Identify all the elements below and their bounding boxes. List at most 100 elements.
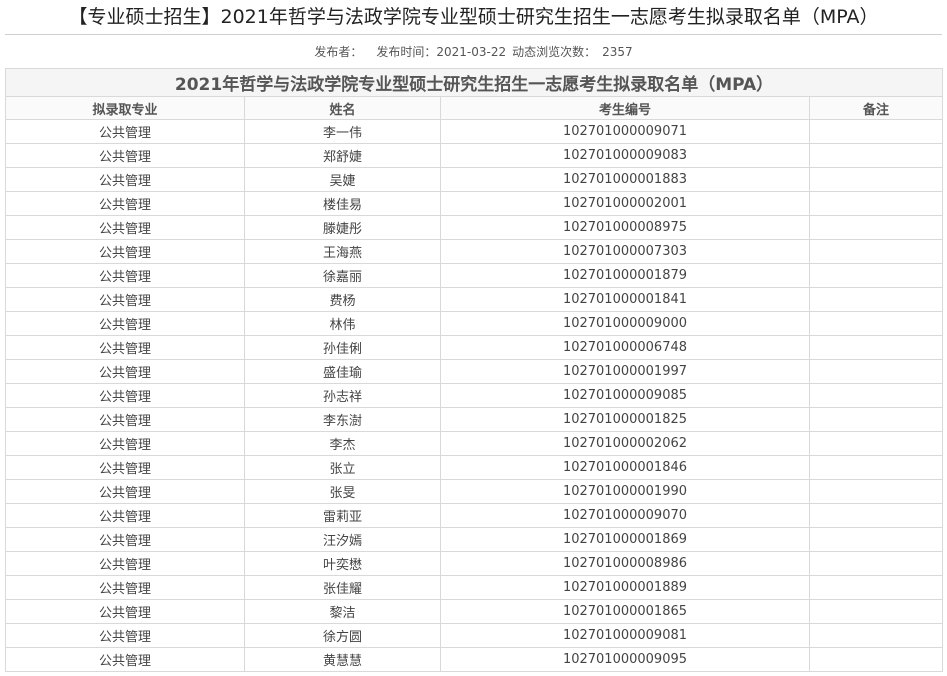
- cell-note: [808, 191, 944, 216]
- table-row: 公共管理 徐方圆 102701000009081: [5, 623, 944, 648]
- cell-candidate-id: 102701000009000: [440, 311, 810, 336]
- cell-note: [808, 551, 944, 576]
- cell-name: 孙志祥: [244, 383, 441, 408]
- cell-major: 公共管理: [5, 311, 245, 336]
- title-divider: [5, 34, 942, 35]
- cell-name: 李东澍: [244, 407, 441, 432]
- table-row: 公共管理 叶奕懋 102701000008986: [5, 551, 944, 576]
- cell-candidate-id: 102701000001869: [440, 527, 810, 552]
- cell-name: 林伟: [244, 311, 441, 336]
- table-row: 公共管理 黎洁 102701000001865: [5, 599, 944, 624]
- table-row: 公共管理 孙志祥 102701000009085: [5, 383, 944, 408]
- publish-time: 2021-03-22: [436, 45, 507, 59]
- table-row: 公共管理 李东澍 102701000001825: [5, 407, 944, 432]
- table-row: 公共管理 吴婕 102701000001883: [5, 167, 944, 192]
- table-caption-row: 2021年哲学与法政学院专业型硕士研究生招生一志愿考生拟录取名单（MPA）: [4, 68, 944, 97]
- cell-name: 李杰: [244, 431, 441, 456]
- cell-note: [808, 215, 944, 240]
- cell-major: 公共管理: [5, 287, 245, 312]
- table-row: 公共管理 孙佳俐 102701000006748: [5, 335, 944, 360]
- cell-major: 公共管理: [5, 647, 245, 672]
- table-row: 公共管理 黄慧慧 102701000009095: [5, 647, 944, 672]
- cell-major: 公共管理: [5, 623, 245, 648]
- cell-candidate-id: 102701000009081: [440, 623, 810, 648]
- cell-note: [808, 503, 944, 528]
- cell-major: 公共管理: [5, 239, 245, 264]
- cell-name: 张旻: [244, 479, 441, 504]
- cell-major: 公共管理: [5, 335, 245, 360]
- table-row: 公共管理 楼佳易 102701000002001: [5, 191, 944, 216]
- cell-name: 盛佳瑜: [244, 359, 441, 384]
- publisher-label: 发布者：: [314, 45, 363, 59]
- cell-major: 公共管理: [5, 215, 245, 240]
- cell-major: 公共管理: [5, 263, 245, 288]
- cell-note: [808, 359, 944, 384]
- header-candidate-id: 考生编号: [440, 96, 810, 120]
- cell-note: [808, 167, 944, 192]
- cell-name: 叶奕懋: [244, 551, 441, 576]
- cell-candidate-id: 102701000001883: [440, 167, 810, 192]
- cell-name: 王海燕: [244, 239, 441, 264]
- cell-major: 公共管理: [5, 479, 245, 504]
- cell-note: [808, 623, 944, 648]
- cell-note: [808, 527, 944, 552]
- cell-note: [808, 407, 944, 432]
- cell-note: [808, 143, 944, 168]
- cell-candidate-id: 102701000006748: [440, 335, 810, 360]
- cell-major: 公共管理: [5, 191, 245, 216]
- table-row: 公共管理 林伟 102701000009000: [5, 311, 944, 336]
- cell-note: [808, 599, 944, 624]
- cell-candidate-id: 102701000001865: [440, 599, 810, 624]
- cell-name: 徐嘉丽: [244, 263, 441, 288]
- cell-candidate-id: 102701000001990: [440, 479, 810, 504]
- cell-candidate-id: 102701000009070: [440, 503, 810, 528]
- table-row: 公共管理 汪汐嫣 102701000001869: [5, 527, 944, 552]
- cell-note: [808, 455, 944, 480]
- article-meta: 发布者： 发布时间：2021-03-22 动态浏览次数： 2357: [0, 44, 947, 60]
- cell-major: 公共管理: [5, 503, 245, 528]
- views-count: 2357: [602, 45, 633, 59]
- publish-time-label: 发布时间：: [376, 45, 437, 59]
- cell-major: 公共管理: [5, 167, 245, 192]
- cell-major: 公共管理: [5, 455, 245, 480]
- table-row: 公共管理 费杨 102701000001841: [5, 287, 944, 312]
- views-label: 动态浏览次数：: [512, 45, 597, 59]
- cell-name: 黎洁: [244, 599, 441, 624]
- table-row: 公共管理 李一伟 102701000009071: [5, 119, 944, 144]
- cell-note: [808, 647, 944, 672]
- cell-name: 黄慧慧: [244, 647, 441, 672]
- cell-name: 滕婕彤: [244, 215, 441, 240]
- cell-name: 张立: [244, 455, 441, 480]
- table-row: 公共管理 张旻 102701000001990: [5, 479, 944, 504]
- cell-major: 公共管理: [5, 119, 245, 144]
- cell-note: [808, 311, 944, 336]
- article-title: 【专业硕士招生】2021年哲学与法政学院专业型硕士研究生招生一志愿考生拟录取名单…: [68, 6, 879, 28]
- cell-name: 郑舒婕: [244, 143, 441, 168]
- cell-candidate-id: 102701000002062: [440, 431, 810, 456]
- cell-candidate-id: 102701000009071: [440, 119, 810, 144]
- cell-name: 李一伟: [244, 119, 441, 144]
- header-major: 拟录取专业: [5, 96, 245, 120]
- cell-name: 楼佳易: [244, 191, 441, 216]
- cell-candidate-id: 102701000008975: [440, 215, 810, 240]
- cell-candidate-id: 102701000001825: [440, 407, 810, 432]
- cell-candidate-id: 102701000007303: [440, 239, 810, 264]
- cell-name: 徐方圆: [244, 623, 441, 648]
- table-row: 公共管理 滕婕彤 102701000008975: [5, 215, 944, 240]
- table-row: 公共管理 张佳耀 102701000001889: [5, 575, 944, 600]
- cell-major: 公共管理: [5, 527, 245, 552]
- cell-name: 张佳耀: [244, 575, 441, 600]
- cell-candidate-id: 102701000001846: [440, 455, 810, 480]
- cell-note: [808, 383, 944, 408]
- cell-major: 公共管理: [5, 599, 245, 624]
- cell-name: 费杨: [244, 287, 441, 312]
- cell-name: 孙佳俐: [244, 335, 441, 360]
- cell-name: 汪汐嫣: [244, 527, 441, 552]
- cell-major: 公共管理: [5, 431, 245, 456]
- table-row: 公共管理 徐嘉丽 102701000001879: [5, 263, 944, 288]
- cell-major: 公共管理: [5, 143, 245, 168]
- cell-note: [808, 335, 944, 360]
- cell-note: [808, 287, 944, 312]
- table-caption: 2021年哲学与法政学院专业型硕士研究生招生一志愿考生拟录取名单（MPA）: [4, 68, 944, 97]
- cell-major: 公共管理: [5, 359, 245, 384]
